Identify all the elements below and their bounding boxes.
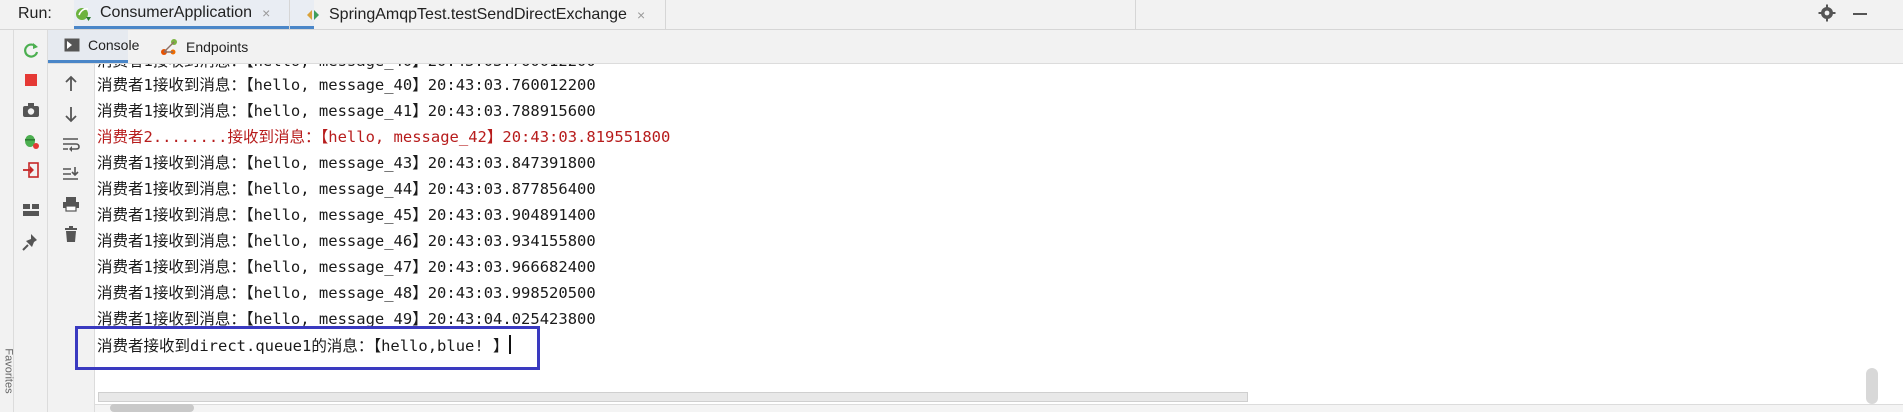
endpoints-icon: [160, 38, 178, 56]
console-subtabs: Console Endpoints: [48, 30, 1903, 64]
trash-icon[interactable]: [59, 222, 83, 246]
console-icon: [64, 38, 80, 52]
rerun-icon[interactable]: [19, 38, 43, 62]
bottom-edge: [95, 404, 1903, 412]
console-line: 消费者1接收到消息：【hello, message_44】20:43:03.87…: [97, 180, 596, 198]
highlight-annotation-box: [75, 326, 540, 370]
favorites-tab[interactable]: Favorites: [3, 348, 15, 393]
run-toolbar: [14, 30, 48, 412]
print-icon[interactable]: [59, 192, 83, 216]
tab-console[interactable]: Console: [48, 30, 139, 63]
vertical-scrollbar-track[interactable]: [1875, 64, 1903, 412]
tab-label: Console: [88, 37, 140, 53]
console-line: 消费者1接收到消息：【hello, message_41】20:43:03.78…: [97, 102, 596, 120]
tab-label: ConsumerApplication: [100, 4, 253, 21]
console-line: 消费者1接收到消息：【hello, message_45】20:43:03.90…: [97, 206, 596, 224]
stop-icon[interactable]: [19, 68, 43, 92]
arrow-down-icon[interactable]: [59, 102, 83, 126]
run-toolwindow-header: Run: ConsumerApplication × SpringAmqpTes…: [0, 0, 1903, 30]
spring-app-icon: [74, 4, 92, 22]
tab-divider: [289, 0, 290, 29]
tab-divider: [1135, 0, 1136, 29]
console-line: 消费者1接收到消息：【hello, message_43】20:43:03.84…: [97, 154, 596, 172]
side-strip: Favorites: [0, 30, 15, 412]
layout-icon[interactable]: [19, 198, 43, 222]
close-icon[interactable]: ×: [637, 7, 645, 23]
console-line-error: 消费者2........接收到消息：【hello, message_42】20:…: [97, 128, 671, 146]
console-line: 消费者1接收到消息：【hello, message_46】20:43:03.93…: [97, 232, 596, 250]
horizontal-scrollbar-thumb[interactable]: [110, 404, 194, 412]
soft-wrap-icon[interactable]: [59, 132, 83, 156]
console-line: 消费者1接收到消息：【hello, message_47】20:43:03.96…: [97, 258, 596, 276]
minimize-icon[interactable]: [1852, 4, 1868, 27]
run-label: Run:: [18, 5, 52, 22]
camera-icon[interactable]: [19, 98, 43, 122]
gear-icon[interactable]: [1818, 4, 1836, 27]
vertical-scrollbar-thumb[interactable]: [1866, 368, 1878, 404]
debug-icon[interactable]: [19, 128, 43, 152]
tab-divider: [665, 0, 666, 29]
tab-spring-amqp-test[interactable]: SpringAmqpTest.testSendDirectExchange ×: [305, 0, 645, 29]
arrow-up-icon[interactable]: [59, 72, 83, 96]
horizontal-scrollbar-track[interactable]: [98, 392, 1248, 402]
console-line: 消费者1接收到消息：【hello, message_48】20:43:03.99…: [97, 284, 596, 302]
login-icon[interactable]: [19, 158, 43, 182]
test-run-icon: [305, 7, 321, 23]
tab-label: Endpoints: [186, 38, 249, 55]
close-icon[interactable]: ×: [262, 5, 270, 21]
tab-consumer-application[interactable]: ConsumerApplication ×: [74, 0, 314, 29]
scroll-to-end-icon[interactable]: [59, 162, 83, 186]
console-line: 消费者1接收到消息：【hello, message_40】20:43:03.76…: [97, 76, 596, 94]
tab-label: SpringAmqpTest.testSendDirectExchange: [329, 5, 627, 23]
pin-icon[interactable]: [19, 230, 43, 254]
tab-endpoints[interactable]: Endpoints: [160, 30, 248, 63]
